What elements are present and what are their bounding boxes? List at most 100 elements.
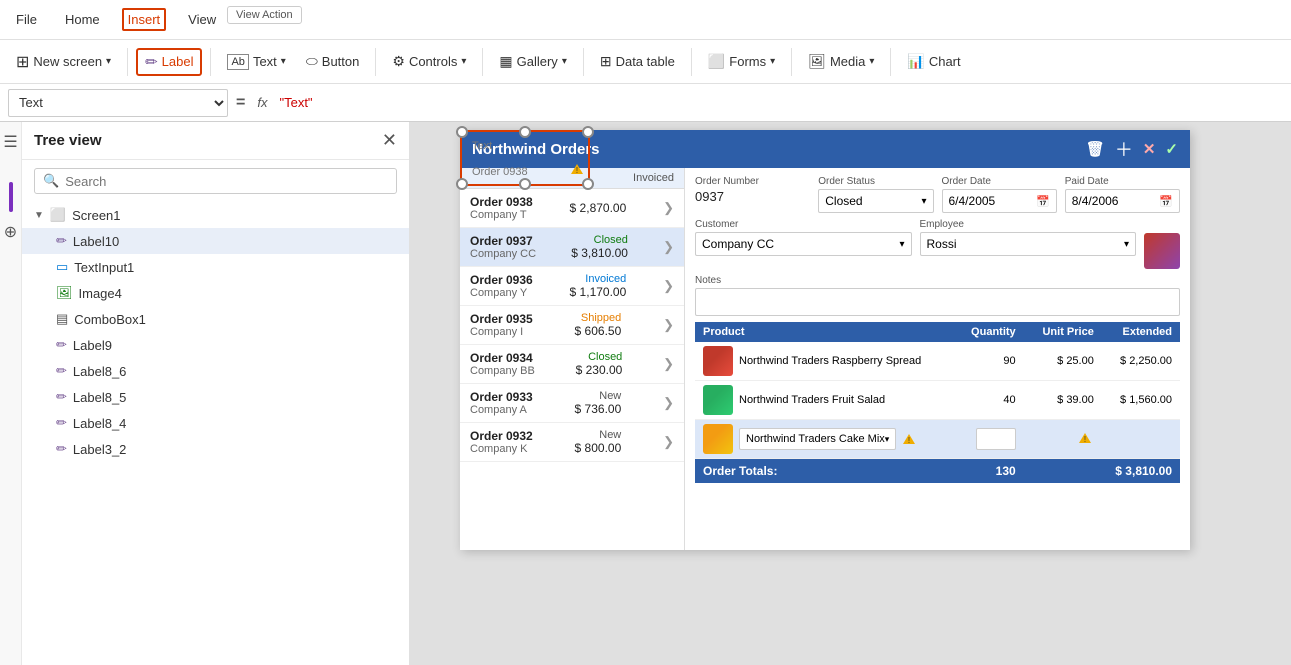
image-type-icon: 🖼 bbox=[56, 285, 73, 301]
product-row-1[interactable]: Northwind Traders Fruit Salad 40 $ 39.00… bbox=[695, 381, 1180, 420]
order-item-0937[interactable]: Order 0937 Company CC Closed $ 3,810.00 … bbox=[460, 228, 684, 267]
tree-item-textinput1-text: TextInput1 bbox=[74, 260, 134, 275]
formulabar-selector[interactable]: Text bbox=[8, 89, 228, 117]
chart-icon: 📊 bbox=[907, 53, 924, 70]
button-button[interactable]: ⬭ Button bbox=[298, 49, 368, 74]
label8-6-type-icon: ✏ bbox=[56, 363, 67, 379]
data-table-button[interactable]: ⊞ Data table bbox=[592, 49, 683, 74]
product-row-2[interactable]: Northwind Traders Cake Mix ▾ ! bbox=[695, 420, 1180, 459]
product-thumb-cake bbox=[703, 424, 733, 454]
media-button[interactable]: 🖼 Media ▾ bbox=[800, 49, 882, 74]
close-icon-app[interactable]: ✕ bbox=[1143, 140, 1156, 158]
employee-value: Rossi bbox=[927, 237, 957, 251]
orders-list: Invoiced Order 0938 Company T $ 2,870.00 bbox=[460, 168, 685, 550]
paid-date-input[interactable]: 8/4/2006 📅 bbox=[1065, 189, 1180, 213]
order-company-0935: Company I bbox=[470, 326, 533, 338]
product-warning-icon: ! bbox=[902, 433, 916, 445]
tree-item-combobox1-text: ComboBox1 bbox=[74, 312, 146, 327]
order-item-0934[interactable]: Order 0934 Company BB Closed $ 230.00 ❯ bbox=[460, 345, 684, 384]
invoiced-header: Invoiced bbox=[633, 172, 674, 184]
order-chevron-0937: ❯ bbox=[663, 239, 674, 255]
order-status-label: Order Status bbox=[818, 176, 933, 187]
col-qty-header: Quantity bbox=[938, 326, 1016, 338]
menu-view[interactable]: View bbox=[182, 8, 222, 31]
gallery-button[interactable]: ▦ Gallery ▾ bbox=[491, 49, 574, 74]
forms-button[interactable]: ⬜ Forms ▾ bbox=[700, 49, 783, 74]
forms-icon: ⬜ bbox=[708, 53, 725, 70]
search-icon: 🔍 bbox=[43, 173, 59, 189]
dropdown-arrow: ▾ bbox=[921, 196, 926, 207]
hamburger-icon[interactable]: ☰ bbox=[3, 132, 17, 152]
view-action-badge: View Action bbox=[227, 6, 302, 24]
new-screen-icon: ⊞ bbox=[16, 52, 29, 72]
tree-item-label10[interactable]: ✏ Label10 bbox=[22, 228, 409, 254]
product-thumb-fruit bbox=[703, 385, 733, 415]
new-screen-button[interactable]: ⊞ New screen ▾ bbox=[8, 48, 119, 76]
qty-warning-icon: ! bbox=[1078, 432, 1092, 444]
order-item-0936[interactable]: Order 0936 Company Y Invoiced $ 1,170.00… bbox=[460, 267, 684, 306]
product-ext-0: $ 2,250.00 bbox=[1094, 355, 1172, 367]
tree-item-textinput1[interactable]: ▭ TextInput1 bbox=[22, 254, 409, 280]
tree-item-label8-4[interactable]: ✏ Label8_4 bbox=[22, 410, 409, 436]
label-icon: ✏ bbox=[145, 53, 158, 71]
order-item-0935[interactable]: Order 0935 Company I Shipped $ 606.50 ❯ bbox=[460, 306, 684, 345]
label-button[interactable]: ✏ Label bbox=[136, 48, 202, 76]
menu-insert[interactable]: Insert bbox=[122, 8, 167, 31]
order-status-0933: New bbox=[575, 390, 622, 402]
tree-item-screen1[interactable]: ▼ ⬜ Screen1 bbox=[22, 202, 409, 228]
totals-qty: 130 bbox=[938, 464, 1016, 478]
text-button[interactable]: Ab Text ▾ bbox=[219, 50, 293, 74]
button-label: Button bbox=[322, 54, 360, 69]
screen-icon: ⬜ bbox=[50, 207, 66, 223]
treeview-close-icon[interactable]: ✕ bbox=[382, 130, 397, 151]
tree-item-label3-2-text: Label3_2 bbox=[73, 442, 127, 457]
tree-item-label9[interactable]: ✏ Label9 bbox=[22, 332, 409, 358]
controls-label: Controls bbox=[409, 54, 457, 69]
menu-home[interactable]: Home bbox=[59, 8, 106, 31]
product-qty-0: 90 bbox=[938, 355, 1016, 367]
button-icon: ⬭ bbox=[306, 53, 318, 70]
data-table-icon: ⊞ bbox=[600, 53, 612, 70]
order-number-value: 0937 bbox=[695, 189, 810, 204]
menu-file[interactable]: File bbox=[10, 8, 43, 31]
svg-text:!: ! bbox=[1084, 435, 1086, 444]
order-date-input[interactable]: 6/4/2005 📅 bbox=[942, 189, 1057, 213]
employee-dropdown[interactable]: Rossi ▾ bbox=[920, 232, 1137, 256]
controls-button[interactable]: ⚙ Controls ▾ bbox=[384, 49, 474, 74]
product-qty-input[interactable] bbox=[976, 428, 1016, 450]
formulabar-equals: = bbox=[236, 94, 245, 112]
search-input[interactable] bbox=[65, 174, 388, 189]
product-row-0[interactable]: Northwind Traders Raspberry Spread 90 $ … bbox=[695, 342, 1180, 381]
controls-dropdown-icon: ▾ bbox=[461, 56, 466, 67]
order-item-0932[interactable]: Order 0932 Company K New $ 800.00 ❯ bbox=[460, 423, 684, 462]
tree-item-label8-5[interactable]: ✏ Label8_5 bbox=[22, 384, 409, 410]
tree-item-label8-6[interactable]: ✏ Label8_6 bbox=[22, 358, 409, 384]
tree-item-combobox1[interactable]: ▤ ComboBox1 bbox=[22, 306, 409, 332]
employee-arrow: ▾ bbox=[1124, 239, 1129, 250]
notes-input[interactable] bbox=[695, 288, 1180, 316]
order-num-0936: Order 0936 bbox=[470, 273, 533, 287]
order-company-0936: Company Y bbox=[470, 287, 533, 299]
add-icon[interactable]: ＋ bbox=[1115, 136, 1133, 162]
order-chevron-0932: ❯ bbox=[663, 434, 674, 450]
label8-4-type-icon: ✏ bbox=[56, 415, 67, 431]
order-item-0938[interactable]: Order 0938 Company T $ 2,870.00 ❯ bbox=[460, 189, 684, 228]
order-item-0933[interactable]: Order 0933 Company A New $ 736.00 ❯ bbox=[460, 384, 684, 423]
tree-item-image4-text: Image4 bbox=[79, 286, 122, 301]
customer-dropdown[interactable]: Company CC ▾ bbox=[695, 232, 912, 256]
order-status-dropdown[interactable]: Closed ▾ bbox=[818, 189, 933, 213]
gallery-label: Gallery bbox=[517, 54, 558, 69]
product-name-input[interactable]: Northwind Traders Cake Mix ▾ bbox=[739, 428, 896, 450]
text-dropdown-icon: ▾ bbox=[281, 56, 286, 67]
controls-icon: ⚙ bbox=[392, 53, 405, 70]
paid-date-label: Paid Date bbox=[1065, 176, 1180, 187]
tree-item-image4[interactable]: 🖼 Image4 bbox=[22, 280, 409, 306]
trash-icon[interactable]: 🗑 bbox=[1086, 140, 1105, 158]
tree-item-label3-2[interactable]: ✏ Label3_2 bbox=[22, 436, 409, 462]
layers-icon[interactable]: ⊕ bbox=[4, 222, 17, 242]
order-status-value: Closed bbox=[825, 194, 862, 208]
app-header: Northwind Orders 🗑 ＋ ✕ ✓ bbox=[460, 130, 1190, 168]
chart-button[interactable]: 📊 Chart bbox=[899, 49, 968, 74]
order-num: Order 0938 bbox=[470, 195, 533, 209]
confirm-icon[interactable]: ✓ bbox=[1165, 140, 1178, 158]
